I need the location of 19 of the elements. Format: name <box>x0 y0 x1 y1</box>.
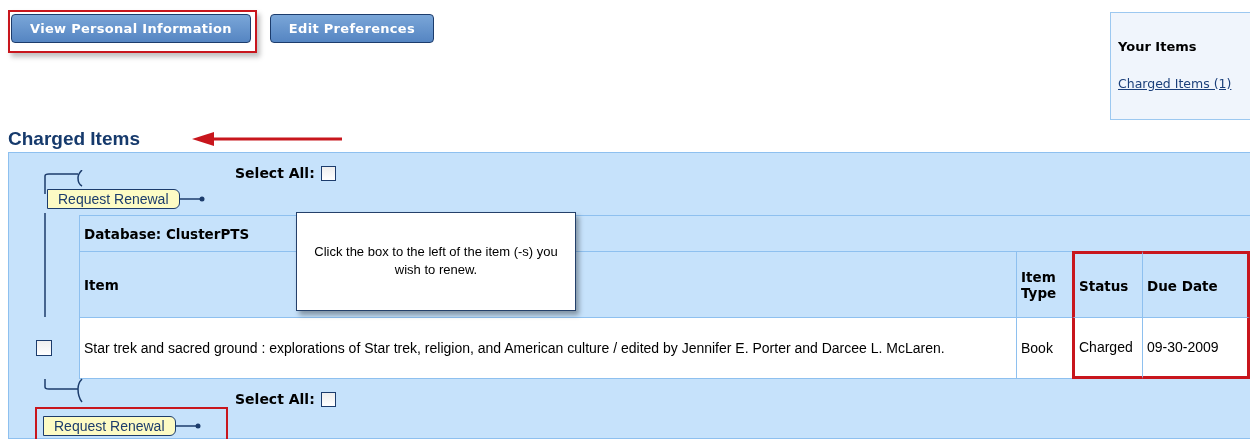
select-all-label: Select All: <box>235 165 315 181</box>
request-renewal-button[interactable]: Request Renewal <box>47 189 180 209</box>
table-cell: Charged <box>1072 317 1142 379</box>
request-renewal-button[interactable]: Request Renewal <box>43 416 176 436</box>
sidebar-title: Your Items <box>1118 39 1198 54</box>
callout-tooltip: Click the box to the left of the item (-s) you wish to renew. <box>296 212 576 311</box>
section-heading: Charged Items <box>8 128 140 150</box>
table-cell: Book <box>1016 317 1072 379</box>
table-cell: Star trek and sacred ground : explorations of Star trek, religion, and American culture / edited by Jennifer E. Porter and Darcee L. McLaren. <box>79 317 1016 379</box>
connector-icon <box>179 195 206 203</box>
arrow-icon <box>192 131 344 147</box>
row-checkbox[interactable] <box>36 340 52 356</box>
sidebar-link[interactable]: Charged Items (1) <box>1118 76 1250 91</box>
connector-icon <box>175 422 202 430</box>
select-all-label: Select All: <box>235 391 315 407</box>
leader-line <box>44 170 84 194</box>
table-cell: 09-30-2009 <box>1142 317 1250 379</box>
select-all-checkbox[interactable] <box>320 165 336 181</box>
select-all-checkbox[interactable] <box>320 391 336 407</box>
